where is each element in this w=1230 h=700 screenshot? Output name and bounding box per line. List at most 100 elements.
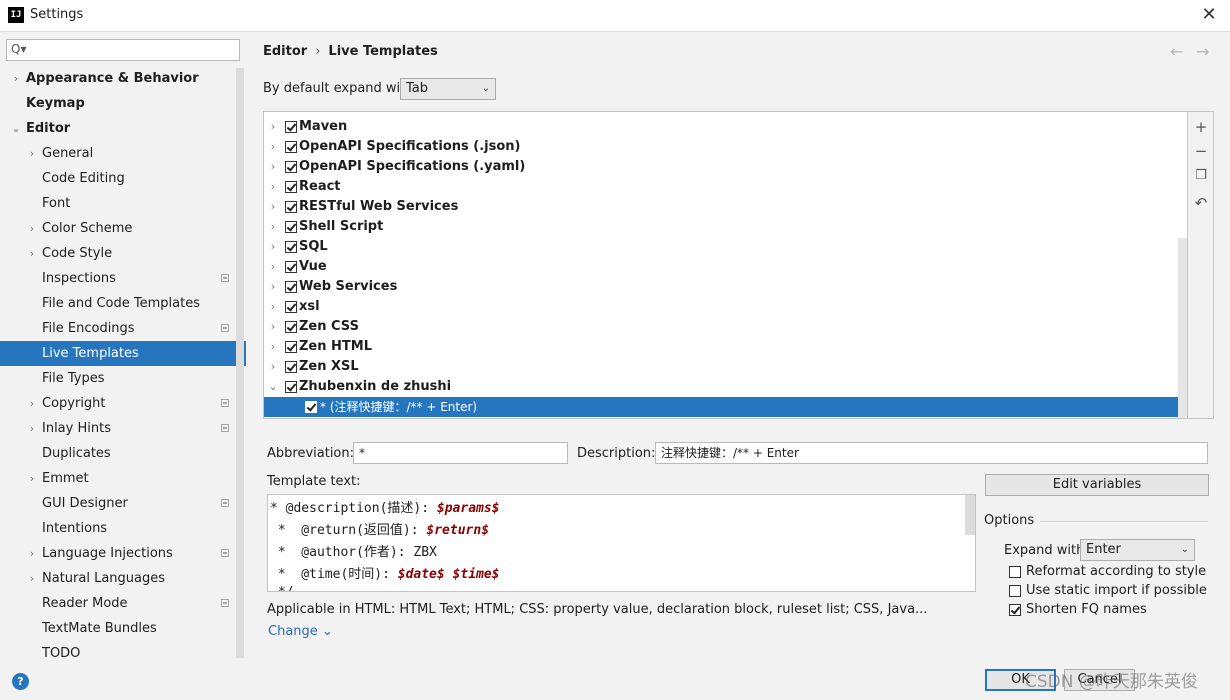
- change-contexts-link[interactable]: Change ⌄: [268, 624, 333, 639]
- sidebar-item-live-templates[interactable]: Live Templates: [0, 341, 246, 366]
- sidebar-item-general[interactable]: › General: [0, 141, 236, 166]
- sidebar-item-code-style[interactable]: › Code Style: [0, 241, 236, 266]
- template-checkbox[interactable]: [285, 121, 297, 133]
- sidebar-item-intentions[interactable]: Intentions: [0, 516, 236, 541]
- template-text-editor[interactable]: * @description(描述): $params$ * @return(返…: [267, 494, 976, 592]
- sidebar-item-language-injections[interactable]: › Language Injections: [0, 541, 236, 566]
- sidebar-item-todo[interactable]: TODO: [0, 641, 236, 659]
- chevron-right-icon[interactable]: ›: [26, 241, 38, 266]
- chevron-down-icon[interactable]: ⌄: [10, 116, 22, 141]
- sidebar-item-gui-designer[interactable]: GUI Designer: [0, 491, 236, 516]
- template-checkbox[interactable]: [285, 381, 297, 393]
- template-checkbox[interactable]: [305, 401, 317, 413]
- default-expand-select[interactable]: Tab ⌄: [400, 78, 496, 100]
- remove-icon[interactable]: −: [1192, 142, 1210, 160]
- chevron-right-icon[interactable]: ›: [267, 177, 279, 197]
- sidebar-item-file-types[interactable]: File Types: [0, 366, 236, 391]
- template-group-row[interactable]: › React: [264, 177, 1187, 197]
- chevron-right-icon[interactable]: ›: [26, 141, 38, 166]
- template-row[interactable]: * (注释快捷键：/** + Enter): [264, 397, 1187, 417]
- sidebar-item-font[interactable]: Font: [0, 191, 236, 216]
- template-group-row[interactable]: › OpenAPI Specifications (.json): [264, 137, 1187, 157]
- chevron-right-icon[interactable]: ›: [26, 466, 38, 491]
- tree-scrollbar[interactable]: [1178, 238, 1187, 418]
- abbreviation-input[interactable]: *: [353, 442, 568, 464]
- chevron-right-icon[interactable]: ›: [267, 317, 279, 337]
- sidebar-item-copyright[interactable]: › Copyright: [0, 391, 236, 416]
- template-checkbox[interactable]: [285, 161, 297, 173]
- template-group-row[interactable]: › Vue: [264, 257, 1187, 277]
- chevron-right-icon[interactable]: ›: [26, 391, 38, 416]
- sidebar-item-inspections[interactable]: Inspections: [0, 266, 236, 291]
- forward-arrow-icon[interactable]: →: [1196, 42, 1209, 61]
- template-group-row[interactable]: › xsl: [264, 297, 1187, 317]
- help-icon[interactable]: ?: [12, 673, 29, 690]
- chevron-right-icon[interactable]: ›: [267, 337, 279, 357]
- shorten-fq-checkbox[interactable]: [1009, 604, 1021, 616]
- chevron-right-icon[interactable]: ›: [26, 566, 38, 591]
- chevron-right-icon[interactable]: ›: [267, 197, 279, 217]
- static-import-checkbox[interactable]: [1009, 585, 1021, 597]
- chevron-right-icon[interactable]: ›: [267, 257, 279, 277]
- sidebar-item-keymap[interactable]: Keymap: [0, 91, 236, 116]
- breadcrumb-editor[interactable]: Editor: [263, 44, 307, 59]
- sidebar-item-appearance-behavior[interactable]: › Appearance & Behavior: [0, 66, 236, 91]
- template-checkbox[interactable]: [285, 321, 297, 333]
- template-group-row[interactable]: › OpenAPI Specifications (.yaml): [264, 157, 1187, 177]
- chevron-right-icon[interactable]: ›: [267, 277, 279, 297]
- chevron-down-icon[interactable]: ⌄: [267, 377, 279, 397]
- expand-with-select[interactable]: Enter ⌄: [1080, 539, 1195, 561]
- chevron-right-icon[interactable]: ›: [267, 157, 279, 177]
- chevron-right-icon[interactable]: ›: [267, 357, 279, 377]
- template-checkbox[interactable]: [285, 301, 297, 313]
- chevron-right-icon[interactable]: ›: [267, 217, 279, 237]
- chevron-right-icon[interactable]: ›: [267, 297, 279, 317]
- restore-icon[interactable]: ↶: [1192, 194, 1210, 212]
- sidebar-item-reader-mode[interactable]: Reader Mode: [0, 591, 236, 616]
- template-checkbox[interactable]: [285, 361, 297, 373]
- reformat-checkbox[interactable]: [1009, 566, 1021, 578]
- sidebar-item-color-scheme[interactable]: › Color Scheme: [0, 216, 236, 241]
- template-group-row[interactable]: › Zen CSS: [264, 317, 1187, 337]
- sidebar-item-file-encodings[interactable]: File Encodings: [0, 316, 236, 341]
- template-checkbox[interactable]: [285, 141, 297, 153]
- sidebar-item-code-editing[interactable]: Code Editing: [0, 166, 236, 191]
- chevron-right-icon[interactable]: ›: [26, 541, 38, 566]
- chevron-right-icon[interactable]: ›: [267, 137, 279, 157]
- template-group-row[interactable]: › SQL: [264, 237, 1187, 257]
- sidebar-scrollbar[interactable]: [236, 68, 244, 658]
- template-checkbox[interactable]: [285, 341, 297, 353]
- template-checkbox[interactable]: [285, 201, 297, 213]
- sidebar-item-emmet[interactable]: › Emmet: [0, 466, 236, 491]
- template-checkbox[interactable]: [285, 181, 297, 193]
- settings-search-input[interactable]: Q▾: [6, 39, 240, 61]
- template-group-row[interactable]: › Maven: [264, 117, 1187, 137]
- template-checkbox[interactable]: [285, 241, 297, 253]
- chevron-right-icon[interactable]: ›: [10, 66, 22, 91]
- back-arrow-icon[interactable]: ←: [1170, 42, 1183, 61]
- template-checkbox[interactable]: [285, 221, 297, 233]
- template-group-row[interactable]: ⌄ Zhubenxin de zhushi: [264, 377, 1187, 397]
- sidebar-item-editor[interactable]: ⌄ Editor: [0, 116, 236, 141]
- template-checkbox[interactable]: [285, 281, 297, 293]
- template-group-row[interactable]: › Shell Script: [264, 217, 1187, 237]
- sidebar-item-textmate-bundles[interactable]: TextMate Bundles: [0, 616, 236, 641]
- edit-variables-button[interactable]: Edit variables: [985, 474, 1209, 496]
- sidebar-item-duplicates[interactable]: Duplicates: [0, 441, 236, 466]
- description-input[interactable]: 注释快捷键：/** + Enter: [655, 442, 1208, 464]
- chevron-right-icon[interactable]: ›: [267, 237, 279, 257]
- add-icon[interactable]: +: [1192, 118, 1210, 136]
- chevron-right-icon[interactable]: ›: [26, 216, 38, 241]
- template-group-row[interactable]: › Web Services: [264, 277, 1187, 297]
- sidebar-item-file-and-code-templates[interactable]: File and Code Templates: [0, 291, 236, 316]
- template-group-row[interactable]: › Zen XSL: [264, 357, 1187, 377]
- sidebar-item-natural-languages[interactable]: › Natural Languages: [0, 566, 236, 591]
- template-checkbox[interactable]: [285, 261, 297, 273]
- close-icon[interactable]: ✕: [1198, 4, 1220, 26]
- template-group-row[interactable]: › RESTful Web Services: [264, 197, 1187, 217]
- chevron-right-icon[interactable]: ›: [26, 416, 38, 441]
- sidebar-item-inlay-hints[interactable]: › Inlay Hints: [0, 416, 236, 441]
- chevron-right-icon[interactable]: ›: [267, 117, 279, 137]
- editor-scrollbar[interactable]: [965, 495, 975, 535]
- copy-icon[interactable]: ❐: [1192, 167, 1210, 185]
